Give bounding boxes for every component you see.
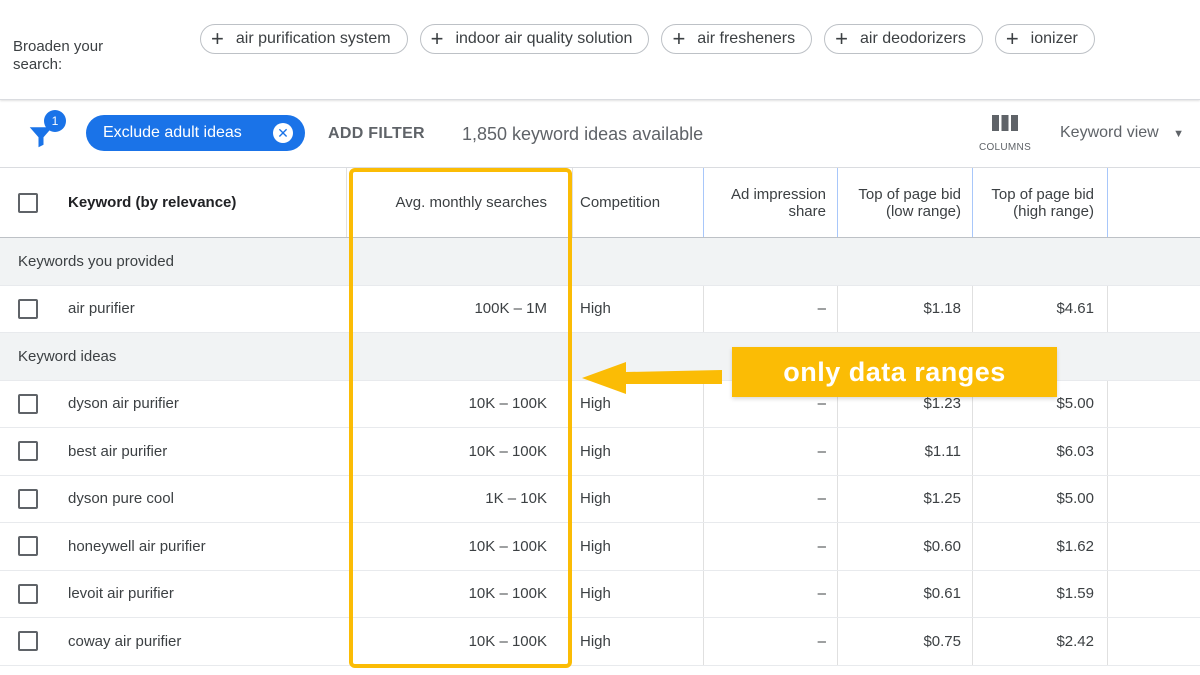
bid-high-cell: $6.03 xyxy=(1056,442,1094,460)
bid-high-cell: $1.59 xyxy=(1056,585,1094,603)
bid-low-cell: $1.25 xyxy=(923,490,961,508)
header-bid-low[interactable]: Top of page bid (low range) xyxy=(838,168,961,237)
columns-button[interactable]: COLUMNS xyxy=(975,115,1035,159)
highlight-box xyxy=(349,168,572,668)
columns-icon xyxy=(992,115,1018,131)
chip-label: air deodorizers xyxy=(859,30,966,47)
broaden-chip[interactable]: + air fresheners xyxy=(661,24,813,54)
bid-low-cell: $0.61 xyxy=(923,585,961,603)
competition-cell: High xyxy=(580,537,611,555)
header-keyword[interactable]: Keyword (by relevance) xyxy=(68,168,338,237)
close-icon[interactable]: ✕ xyxy=(273,123,293,143)
row-checkbox[interactable] xyxy=(18,488,38,509)
row-checkbox[interactable] xyxy=(18,441,38,462)
broaden-chip[interactable]: + air purification system xyxy=(200,24,408,54)
plus-icon: + xyxy=(1005,26,1019,51)
impression-share-cell: – xyxy=(817,490,826,508)
keyword-table: Keyword (by relevance) Avg. monthly sear… xyxy=(0,167,1200,666)
table-row: best air purifier 10K – 100K High – $1.1… xyxy=(0,428,1200,476)
plus-icon: + xyxy=(211,26,224,51)
chevron-down-icon: ▼ xyxy=(1173,128,1185,140)
header-competition[interactable]: Competition xyxy=(580,168,700,237)
header-ad-impression-share[interactable]: Ad impression share xyxy=(704,168,826,237)
add-filter-button[interactable]: ADD FILTER xyxy=(328,125,425,143)
annotation-label: only data ranges xyxy=(732,347,1057,397)
chip-label: air purification system xyxy=(235,30,391,47)
competition-cell: High xyxy=(580,300,611,318)
row-checkbox[interactable] xyxy=(18,298,38,319)
arrow-left-icon xyxy=(582,362,722,394)
filter-bar: 1 Exclude adult ideas ✕ ADD FILTER 1,850… xyxy=(0,101,1200,167)
keyword-cell: levoit air purifier xyxy=(68,585,174,603)
table-row: air purifier 100K – 1M High – $1.18 $4.6… xyxy=(0,285,1200,333)
columns-label: COLUMNS xyxy=(978,142,1032,153)
broaden-chip[interactable]: + ionizer xyxy=(994,24,1095,54)
ideas-count: 1,850 keyword ideas available xyxy=(462,124,704,144)
table-row: honeywell air purifier 10K – 100K High –… xyxy=(0,523,1200,571)
group-header-provided: Keywords you provided xyxy=(0,238,1200,286)
keyword-cell: air purifier xyxy=(68,300,135,318)
competition-cell: High xyxy=(580,632,611,650)
filter-count-badge: 1 xyxy=(44,110,66,132)
broaden-chip[interactable]: + indoor air quality solution xyxy=(419,24,650,54)
keyword-cell: coway air purifier xyxy=(68,632,182,650)
keyword-cell: dyson air purifier xyxy=(68,395,179,413)
impression-share-cell: – xyxy=(817,585,826,603)
row-checkbox[interactable] xyxy=(18,536,38,557)
keyword-cell: honeywell air purifier xyxy=(68,537,206,555)
table-row: dyson pure cool 1K – 10K High – $1.25 $5… xyxy=(0,475,1200,523)
keyword-view-dropdown[interactable]: Keyword view ▼ xyxy=(1060,124,1184,142)
broaden-chip[interactable]: + air deodorizers xyxy=(824,24,983,54)
chip-label: ionizer xyxy=(1030,30,1078,47)
bid-low-cell: $1.18 xyxy=(923,300,961,318)
keyword-view-label: Keyword view xyxy=(1060,124,1159,141)
bid-high-cell: $4.61 xyxy=(1056,300,1094,318)
bid-low-cell: $0.60 xyxy=(923,537,961,555)
bid-low-cell: $1.11 xyxy=(924,442,961,460)
bid-low-cell: $0.75 xyxy=(923,632,961,650)
impression-share-cell: – xyxy=(817,300,826,318)
competition-cell: High xyxy=(580,490,611,508)
impression-share-cell: – xyxy=(817,537,826,555)
broaden-label: Broaden your search: xyxy=(13,38,104,73)
impression-share-cell: – xyxy=(817,632,826,650)
exclude-adult-label: Exclude adult ideas xyxy=(103,124,242,141)
chip-label: indoor air quality solution xyxy=(455,30,633,47)
table-header: Keyword (by relevance) Avg. monthly sear… xyxy=(0,167,1200,238)
exclude-adult-chip[interactable]: Exclude adult ideas ✕ xyxy=(86,115,305,151)
row-checkbox[interactable] xyxy=(18,393,38,414)
bid-high-cell: $1.62 xyxy=(1056,537,1094,555)
keyword-cell: dyson pure cool xyxy=(68,490,174,508)
keyword-cell: best air purifier xyxy=(68,442,168,460)
table-row: coway air purifier 10K – 100K High – $0.… xyxy=(0,618,1200,666)
row-checkbox[interactable] xyxy=(18,583,38,604)
plus-icon: + xyxy=(835,26,848,51)
plus-icon: + xyxy=(430,26,444,51)
broaden-chips: + air purification system + indoor air qua… xyxy=(200,24,1180,54)
bid-high-cell: $2.42 xyxy=(1056,632,1094,650)
chip-label: air fresheners xyxy=(697,30,796,47)
select-all-checkbox[interactable] xyxy=(18,192,38,213)
plus-icon: + xyxy=(672,26,686,51)
impression-share-cell: – xyxy=(817,442,826,460)
competition-cell: High xyxy=(580,585,611,603)
bid-high-cell: $5.00 xyxy=(1056,490,1094,508)
group-label: Keywords you provided xyxy=(18,252,174,270)
table-row: levoit air purifier 10K – 100K High – $0… xyxy=(0,570,1200,618)
competition-cell: High xyxy=(580,442,611,460)
group-label: Keyword ideas xyxy=(18,347,117,365)
header-bid-high[interactable]: Top of page bid (high range) xyxy=(973,168,1094,237)
broaden-search-section: Broaden your search: + air purification s… xyxy=(0,0,1200,100)
row-checkbox[interactable] xyxy=(18,631,38,652)
